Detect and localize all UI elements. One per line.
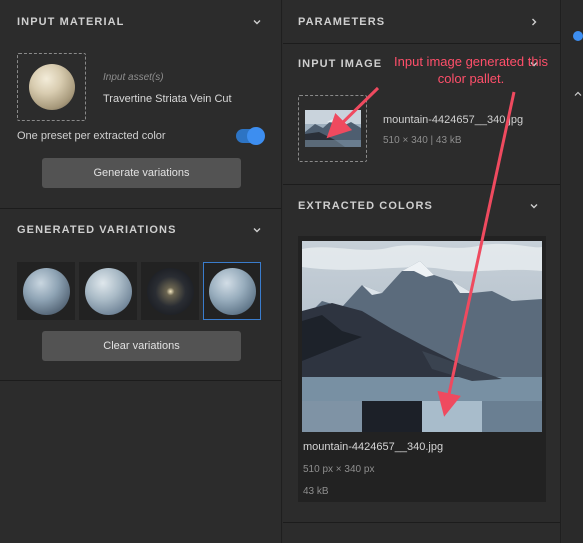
- color-swatch-strip: [302, 401, 542, 432]
- input-image-filename: mountain-4424657__340.jpg: [383, 114, 524, 126]
- divider: [283, 43, 560, 44]
- variation-sphere: [84, 267, 132, 315]
- generate-variations-button[interactable]: Generate variations: [42, 158, 241, 188]
- parameters-header[interactable]: PARAMETERS: [283, 11, 560, 33]
- preset-toggle-label: One preset per extracted color: [17, 130, 166, 142]
- color-swatch[interactable]: [302, 401, 362, 432]
- divider: [283, 184, 560, 185]
- generated-variations-header[interactable]: GENERATED VARIATIONS: [0, 219, 281, 241]
- input-image-meta: 510 × 340 | 43 kB: [383, 135, 462, 146]
- chevron-down-icon[interactable]: [528, 200, 540, 212]
- variation-thumbnail[interactable]: [17, 262, 75, 320]
- chevron-up-icon[interactable]: [573, 86, 583, 104]
- extracted-colors-header[interactable]: EXTRACTED COLORS: [283, 195, 560, 217]
- extracted-size: 43 kB: [303, 486, 329, 497]
- chevron-down-icon[interactable]: [251, 224, 263, 236]
- input-image-title: INPUT IMAGE: [298, 58, 383, 70]
- variation-thumbnail[interactable]: [141, 262, 199, 320]
- variation-sphere: [208, 267, 256, 315]
- chevron-down-icon[interactable]: [251, 16, 263, 28]
- annotation-text: Input image generated this color pallet.: [376, 53, 566, 87]
- divider: [0, 380, 281, 381]
- input-asset-thumbnail[interactable]: [17, 53, 86, 121]
- input-asset-label: Input asset(s): [103, 72, 164, 83]
- color-swatch[interactable]: [362, 401, 422, 432]
- left-panel: INPUT MATERIAL Input asset(s) Travertine…: [0, 0, 282, 543]
- extracted-dimensions: 510 px × 340 px: [303, 464, 375, 475]
- divider: [0, 208, 281, 209]
- mountain-preview-image: [302, 241, 542, 401]
- color-swatch[interactable]: [422, 401, 482, 432]
- toggle-knob: [247, 127, 265, 145]
- clear-variations-button[interactable]: Clear variations: [42, 331, 241, 361]
- extracted-colors-title: EXTRACTED COLORS: [298, 200, 433, 212]
- preset-toggle[interactable]: [236, 127, 265, 145]
- input-material-header[interactable]: INPUT MATERIAL: [0, 11, 281, 33]
- extracted-filename: mountain-4424657__340.jpg: [303, 441, 444, 453]
- input-asset-name: Travertine Striata Vein Cut: [103, 93, 232, 105]
- annotation-line-2: color pallet.: [437, 71, 505, 86]
- chevron-right-icon[interactable]: [528, 16, 540, 28]
- variation-sphere: [146, 267, 194, 315]
- extracted-colors-card[interactable]: mountain-4424657__340.jpg 510 px × 340 p…: [298, 236, 546, 502]
- color-swatch[interactable]: [482, 401, 542, 432]
- variation-thumbnail[interactable]: [79, 262, 137, 320]
- generated-variations-title: GENERATED VARIATIONS: [17, 224, 177, 236]
- annotation-line-1: Input image generated this: [394, 54, 548, 69]
- variation-sphere: [22, 267, 70, 315]
- variation-thumbnail-selected[interactable]: [203, 262, 261, 320]
- parameters-title: PARAMETERS: [298, 16, 386, 28]
- divider: [283, 522, 560, 523]
- input-material-title: INPUT MATERIAL: [17, 16, 125, 28]
- input-image-thumbnail[interactable]: [298, 95, 367, 162]
- mountain-thumbnail-image: [305, 110, 361, 147]
- travertine-sphere: [29, 64, 75, 110]
- palette-icon[interactable]: [571, 29, 583, 43]
